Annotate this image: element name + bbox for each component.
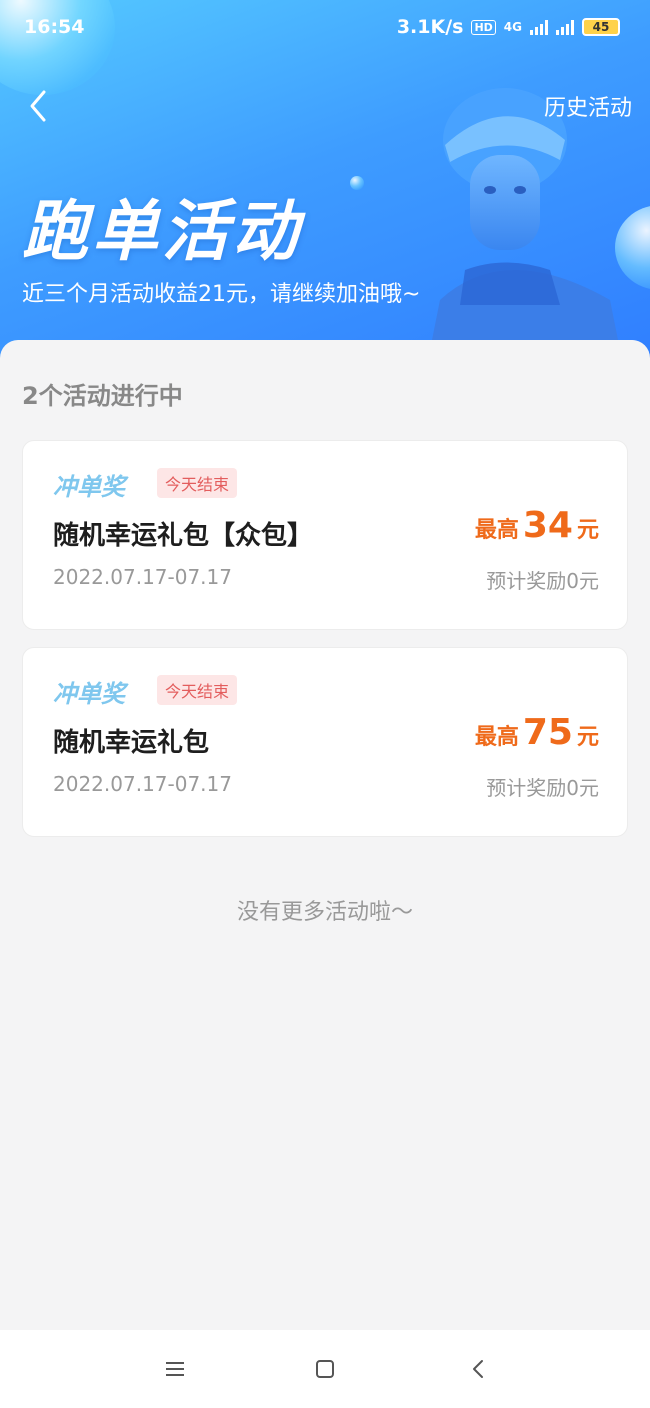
back-arrow-icon[interactable] [464, 1354, 494, 1384]
status-indicators: 3.1K/s HD 4G 45 [397, 16, 620, 38]
section-title: 2个活动进行中 [22, 382, 183, 410]
estimated-reward: 预计奖励0元 [486, 569, 599, 593]
max-reward-value: 75 [522, 712, 573, 753]
signal-icon [530, 19, 548, 35]
status-time: 16:54 [24, 16, 85, 38]
hd-icon: HD [471, 19, 496, 35]
activity-title: 随机幸运礼包 [53, 728, 210, 758]
activity-card[interactable]: 冲单奖 今天结束 随机幸运礼包 2022.07.17-07.17 最高 75 元… [22, 647, 628, 837]
bubble-decoration [350, 176, 364, 190]
header-banner: 16:54 3.1K/s HD 4G 45 历史活动 跑单活动 近三个月活动收益… [0, 0, 650, 380]
system-nav-bar [0, 1330, 650, 1408]
signal-icon [556, 19, 574, 35]
battery-icon: 45 [582, 18, 620, 36]
max-reward-unit: 元 [576, 725, 599, 750]
end-status-badge: 今天结束 [157, 675, 238, 705]
network-label: 4G [503, 20, 522, 34]
home-square-icon[interactable] [310, 1354, 340, 1384]
activity-card[interactable]: 冲单奖 今天结束 随机幸运礼包【众包】 2022.07.17-07.17 最高 … [22, 440, 628, 630]
chevron-left-icon[interactable] [22, 88, 58, 124]
end-status-badge: 今天结束 [157, 468, 238, 498]
status-bar: 16:54 3.1K/s HD 4G 45 [0, 0, 650, 56]
page-subtitle: 近三个月活动收益21元，请继续加油哦~ [22, 282, 421, 307]
no-more-text: 没有更多活动啦～ [236, 900, 413, 925]
page-title: 跑单活动 [22, 193, 302, 270]
activity-type-tag: 冲单奖 [53, 680, 125, 708]
max-reward-label: 最高 [474, 725, 519, 750]
max-reward: 最高 75 元 [475, 712, 599, 753]
activity-date-range: 2022.07.17-07.17 [53, 772, 232, 796]
max-reward-unit: 元 [576, 518, 599, 543]
activity-type-tag: 冲单奖 [53, 473, 125, 501]
net-speed: 3.1K/s [396, 16, 464, 38]
max-reward-value: 34 [522, 505, 573, 546]
history-activities-link[interactable]: 历史活动 [544, 90, 632, 122]
estimated-reward: 预计奖励0元 [486, 776, 599, 800]
activity-title: 随机幸运礼包【众包】 [53, 521, 314, 551]
menu-icon[interactable] [160, 1354, 190, 1384]
activity-date-range: 2022.07.17-07.17 [53, 565, 232, 589]
max-reward-label: 最高 [474, 518, 519, 543]
activity-list-panel: 2个活动进行中 冲单奖 今天结束 随机幸运礼包【众包】 2022.07.17-0… [0, 340, 650, 1330]
max-reward: 最高 34 元 [475, 505, 599, 546]
